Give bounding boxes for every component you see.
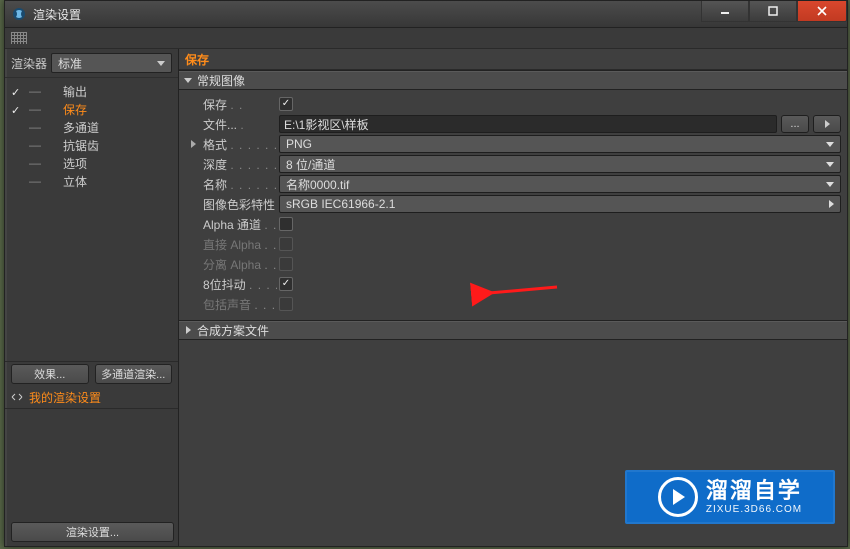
color-profile-label: 图像色彩特性	[203, 198, 275, 212]
alpha-channel-checkbox[interactable]	[279, 217, 293, 231]
effects-button[interactable]: 效果...	[11, 364, 89, 384]
my-render-settings-row[interactable]: 我的渲染设置	[5, 386, 178, 409]
grid-icon[interactable]	[11, 32, 27, 44]
chevron-right-icon	[186, 326, 191, 334]
depth-select[interactable]: 8 位/通道	[279, 155, 841, 173]
save-checkbox[interactable]	[279, 97, 293, 111]
titlebar: 渲染设置	[5, 1, 847, 28]
renderer-value: 标准	[58, 55, 82, 72]
chevron-right-icon	[829, 200, 834, 208]
sidebar-item-stereo[interactable]: — 立体	[5, 172, 178, 190]
sidebar: 渲染器 标准 — 输出 — 保存 — 多通道	[5, 49, 179, 546]
separate-alpha-checkbox	[279, 257, 293, 271]
toolbar	[5, 28, 847, 49]
sidebar-item-multipass[interactable]: — 多通道	[5, 118, 178, 136]
chevron-down-icon	[826, 162, 834, 167]
app-icon	[11, 6, 27, 22]
content-panel: 保存 常规图像 保存 . . 文件... . E:\1影视区\	[179, 49, 847, 546]
chevron-down-icon	[826, 182, 834, 187]
file-path-input[interactable]: E:\1影视区\样板	[279, 115, 777, 133]
save-label: 保存	[203, 98, 227, 112]
content-header: 保存	[179, 49, 847, 70]
include-sound-label: 包括声音	[203, 298, 251, 312]
renderer-label: 渲染器	[11, 55, 47, 72]
chevron-down-icon	[826, 142, 834, 147]
file-label: 文件...	[203, 118, 237, 132]
regular-image-form: 保存 . . 文件... . E:\1影视区\样板 ...	[179, 90, 847, 320]
dither-label: 8位抖动	[203, 278, 246, 292]
separate-alpha-label: 分离 Alpha	[203, 258, 261, 272]
dither-checkbox[interactable]	[279, 277, 293, 291]
render-settings-window: 渲染设置 渲染器 标准	[4, 0, 848, 547]
sidebar-item-antialiasing[interactable]: — 抗锯齿	[5, 136, 178, 154]
render-settings-button[interactable]: 渲染设置...	[11, 522, 174, 542]
browse-button[interactable]: ...	[781, 115, 809, 133]
chevron-down-icon	[184, 78, 192, 83]
minimize-button[interactable]	[701, 1, 749, 22]
name-value: 名称0000.tif	[286, 176, 349, 193]
section-compositing[interactable]: 合成方案文件	[179, 320, 847, 340]
section-regular-image[interactable]: 常规图像	[179, 70, 847, 90]
sidebar-item-save[interactable]: — 保存	[5, 100, 178, 118]
name-select[interactable]: 名称0000.tif	[279, 175, 841, 193]
sidebar-nav: — 输出 — 保存 — 多通道 — 抗锯齿 — 选项	[5, 78, 178, 191]
name-label: 名称	[203, 178, 227, 192]
renderer-select[interactable]: 标准	[51, 53, 172, 73]
watermark-logo: 溜溜自学 ZIXUE.3D66.COM	[625, 470, 835, 524]
section-regular-label: 常规图像	[197, 72, 245, 89]
play-icon	[825, 120, 830, 128]
my-render-settings-label: 我的渲染设置	[29, 389, 101, 406]
sidebar-item-options[interactable]: — 选项	[5, 154, 178, 172]
format-label: 格式	[203, 138, 227, 152]
include-sound-checkbox	[279, 297, 293, 311]
expand-icon	[11, 391, 23, 403]
file-play-button[interactable]	[813, 115, 841, 133]
window-title: 渲染设置	[33, 6, 701, 23]
straight-alpha-label: 直接 Alpha	[203, 238, 261, 252]
depth-label: 深度	[203, 158, 227, 172]
close-button[interactable]	[797, 1, 847, 22]
chevron-down-icon	[157, 61, 165, 66]
maximize-button[interactable]	[749, 1, 797, 22]
color-profile-select[interactable]: sRGB IEC61966-2.1	[279, 195, 841, 213]
format-select[interactable]: PNG	[279, 135, 841, 153]
format-value: PNG	[286, 137, 312, 151]
chevron-right-icon[interactable]	[191, 140, 196, 148]
watermark-play-icon	[658, 477, 698, 517]
watermark-main: 溜溜自学	[706, 479, 802, 503]
watermark-sub: ZIXUE.3D66.COM	[706, 504, 802, 515]
straight-alpha-checkbox	[279, 237, 293, 251]
sidebar-item-output[interactable]: — 输出	[5, 82, 178, 100]
section-compositing-label: 合成方案文件	[197, 322, 269, 339]
color-profile-value: sRGB IEC61966-2.1	[286, 197, 395, 211]
depth-value: 8 位/通道	[286, 156, 335, 173]
multipass-render-button[interactable]: 多通道渲染...	[95, 364, 173, 384]
alpha-label: Alpha 通道	[203, 218, 261, 232]
